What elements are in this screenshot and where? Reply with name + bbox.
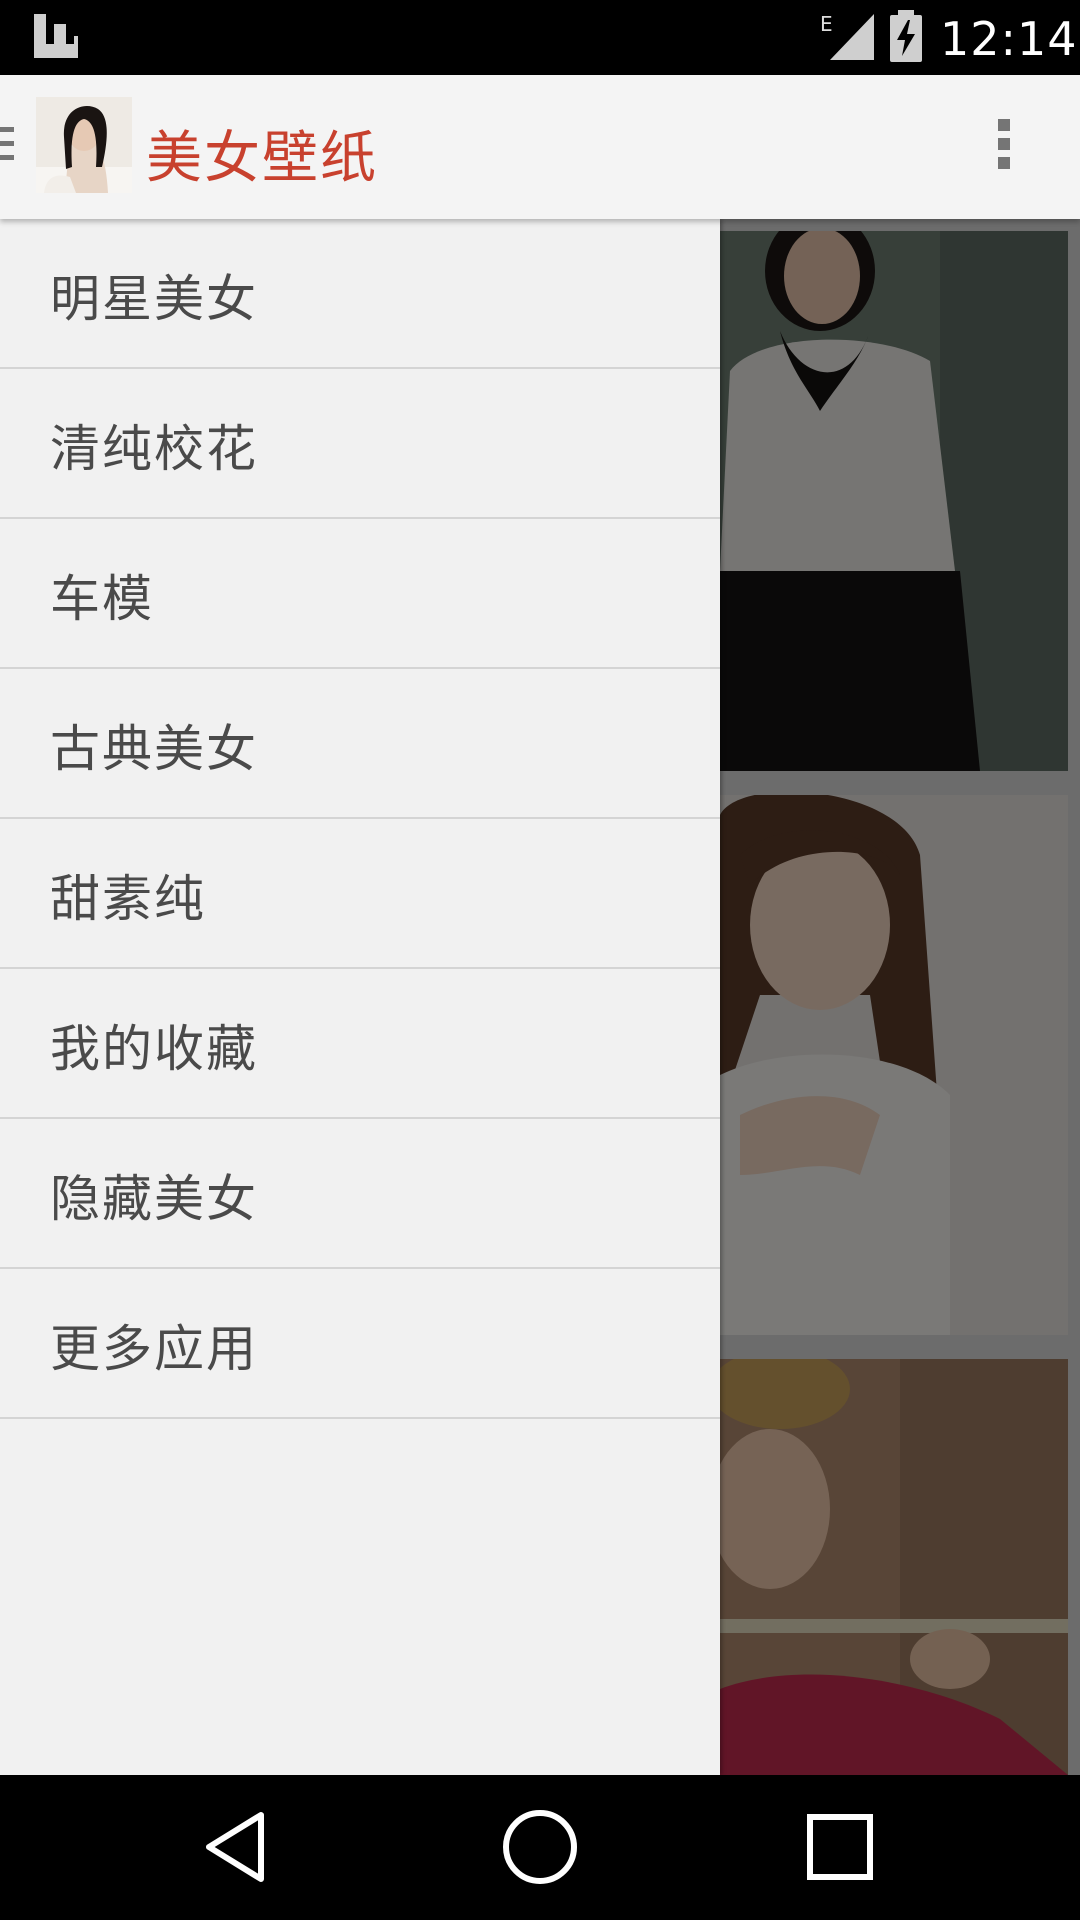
signal-icon	[830, 14, 874, 60]
drawer-item-stars[interactable]: 明星美女	[0, 219, 720, 369]
drawer-item-label: 车模	[50, 570, 154, 628]
drawer-item-label: 我的收藏	[50, 1020, 258, 1078]
clock: 12:14	[940, 12, 1078, 66]
home-icon[interactable]	[500, 1807, 580, 1887]
drawer-item-label: 隐藏美女	[50, 1170, 258, 1228]
navigation-drawer: 明星美女 清纯校花 车模 古典美女 甜素纯 我的收藏 隐藏美女 更多应用	[0, 219, 720, 1775]
system-navigation-bar	[0, 1775, 1080, 1920]
recents-icon[interactable]	[800, 1807, 880, 1887]
battery-charging-icon	[890, 10, 922, 62]
drawer-item-classical[interactable]: 古典美女	[0, 669, 720, 819]
app-icon[interactable]	[36, 97, 132, 193]
drawer-item-label: 甜素纯	[50, 870, 206, 928]
drawer-item-label: 清纯校花	[50, 420, 258, 478]
app-title: 美女壁纸	[146, 126, 378, 191]
drawer-item-campus[interactable]: 清纯校花	[0, 369, 720, 519]
drawer-item-label: 明星美女	[50, 270, 258, 328]
drawer-item-label: 古典美女	[50, 720, 258, 778]
drawer-item-car-models[interactable]: 车模	[0, 519, 720, 669]
drawer-item-label: 更多应用	[50, 1320, 258, 1378]
status-bar: E 12:14	[0, 0, 1080, 75]
drawer-item-hidden[interactable]: 隐藏美女	[0, 1119, 720, 1269]
launcher-notification-icon	[34, 14, 78, 58]
app-toolbar: 美女壁纸	[0, 75, 1080, 219]
drawer-item-favorites[interactable]: 我的收藏	[0, 969, 720, 1119]
drawer-item-more-apps[interactable]: 更多应用	[0, 1269, 720, 1419]
drawer-item-sweet[interactable]: 甜素纯	[0, 819, 720, 969]
overflow-menu-icon[interactable]	[998, 119, 1012, 175]
back-icon[interactable]	[197, 1807, 277, 1887]
hamburger-icon[interactable]	[0, 127, 14, 167]
